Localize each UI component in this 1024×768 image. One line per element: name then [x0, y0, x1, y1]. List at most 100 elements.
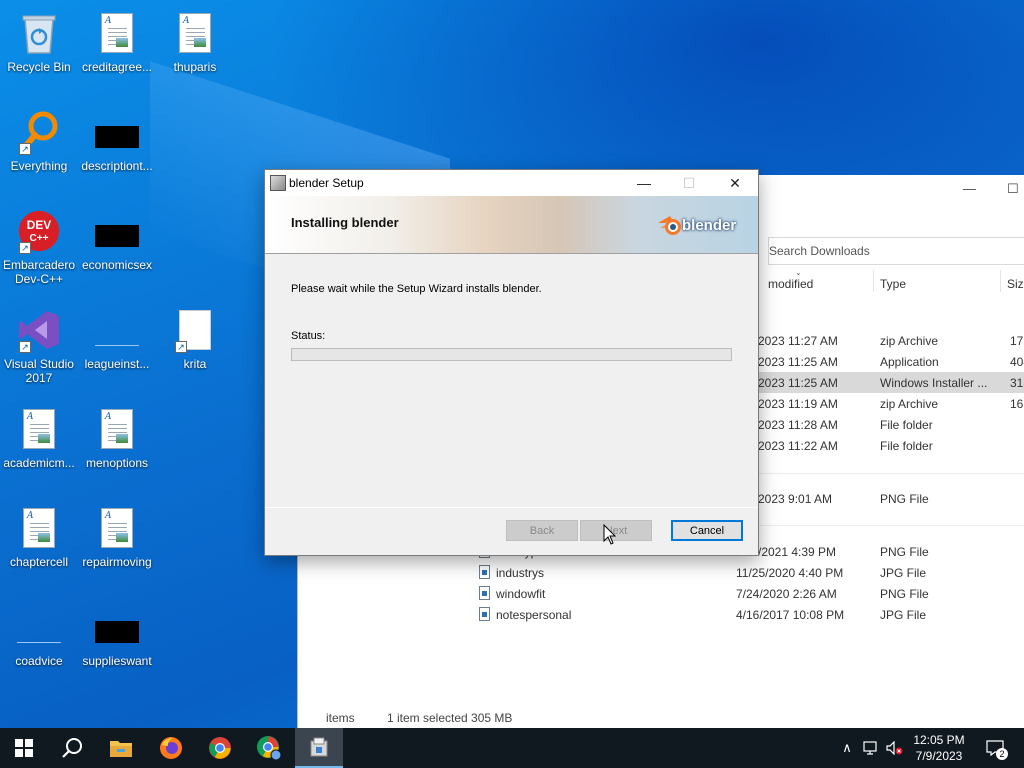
install-message: Please wait while the Setup Wizard insta…: [291, 283, 542, 295]
table-row[interactable]: industrys 11/25/2020 4:40 PM JPG File: [298, 562, 1024, 583]
dialog-maximize-button[interactable]: ☐: [666, 170, 712, 196]
document-icon: [17, 505, 61, 551]
column-header-modified[interactable]: modified: [768, 277, 813, 291]
table-row[interactable]: windowfit 7/24/2020 2:26 AM PNG File: [298, 583, 1024, 604]
desktop-icon-label: krita: [183, 357, 207, 371]
redacted-icon: [95, 604, 139, 650]
status-label: Status:: [291, 330, 326, 342]
desktop-icon-label: creditagree...: [81, 60, 153, 74]
desktop-icon-label: thuparis: [173, 60, 217, 74]
document-icon: [95, 10, 139, 56]
blender-logo-text: blender: [682, 216, 737, 234]
taskbar-clock[interactable]: 12:05 PM 7/9/2023: [900, 732, 978, 764]
chrome-profile-icon[interactable]: [245, 728, 293, 768]
search-icon[interactable]: [48, 728, 96, 768]
shortcut-arrow-icon: ↗: [19, 242, 31, 254]
explorer-search-placeholder: Search Downloads: [769, 244, 870, 258]
everything-search-icon: ↗: [17, 109, 61, 155]
desktop-icon-recycle-bin[interactable]: Recycle Bin: [0, 2, 78, 94]
sort-chevron-icon: ⌄: [795, 268, 802, 277]
column-header-type[interactable]: Type: [880, 277, 906, 291]
banner-title: Installing blender: [291, 215, 399, 230]
desktop-icon-repairmoving[interactable]: repairmoving: [78, 497, 156, 589]
cancel-button[interactable]: Cancel: [671, 520, 743, 541]
notification-count-badge: 2: [996, 748, 1008, 760]
clock-date: 7/9/2023: [915, 749, 963, 763]
document-icon: [95, 505, 139, 551]
network-icon[interactable]: [860, 728, 882, 768]
blender-setup-dialog[interactable]: blender Setup — ☐ ✕ Installing blender b…: [264, 169, 759, 556]
desktop-icon-label: economicsex: [81, 258, 153, 272]
explorer-maximize-button[interactable]: ☐: [1007, 181, 1019, 197]
desktop-icon-label: coadvice: [15, 654, 63, 668]
desktop-icon-label: Recycle Bin: [7, 60, 71, 74]
devcpp-top-text: DEV: [27, 218, 52, 232]
dialog-close-button[interactable]: ✕: [712, 170, 758, 196]
dialog-minimize-button[interactable]: —: [621, 170, 667, 196]
desktop-icon-chaptercell[interactable]: chaptercell: [0, 497, 78, 589]
redacted-icon: [95, 109, 139, 155]
chrome-icon[interactable]: [196, 728, 244, 768]
devcpp-bottom-text: C++: [29, 233, 48, 244]
taskbar[interactable]: ∧ 12:05 PM 7/9/2023 2: [0, 728, 1024, 768]
explorer-search-input[interactable]: Search Downloads: [768, 237, 1024, 265]
desktop-icon-economicsex[interactable]: economicsex: [78, 200, 156, 292]
desktop-icon-devcpp[interactable]: DEV C++ ↗ Embarcadero Dev-C++: [0, 200, 78, 292]
shortcut-arrow-icon: ↗: [19, 341, 31, 353]
blank-icon: [95, 307, 139, 353]
document-icon: [17, 406, 61, 452]
file-icon: [479, 565, 490, 579]
desktop-icon-label: menoptions: [85, 456, 149, 470]
document-icon: [95, 406, 139, 452]
desktop-icon-label: leagueinst...: [84, 357, 150, 371]
desktop-icon-coadvice[interactable]: coadvice: [0, 596, 78, 688]
desktop-icon-descriptiont[interactable]: descriptiont...: [78, 101, 156, 193]
back-button[interactable]: Back: [506, 520, 578, 541]
desktop-icon-label: Embarcadero Dev-C++: [2, 258, 76, 286]
desktop-icon-visual-studio[interactable]: ↗ Visual Studio 2017: [0, 299, 78, 391]
clock-time: 12:05 PM: [913, 733, 965, 747]
desktop-icon-academicm[interactable]: academicm...: [0, 398, 78, 490]
installer-icon: [270, 175, 286, 191]
desktop-icon-label: supplieswant: [82, 654, 152, 668]
blender-logo-icon: [656, 213, 684, 237]
desktop-icon-menoptions[interactable]: menoptions: [78, 398, 156, 490]
desktop-icon-supplieswant[interactable]: supplieswant: [78, 596, 156, 688]
tray-chevron-icon[interactable]: ∧: [838, 728, 856, 768]
shortcut-arrow-icon: ↗: [175, 341, 187, 353]
desktop-icon-label: repairmoving: [82, 555, 152, 569]
blank-file-icon: ↗: [173, 307, 217, 353]
desktop-icon-everything[interactable]: ↗ Everything: [0, 101, 78, 193]
file-icon: [479, 607, 490, 621]
desktop-icon-krita[interactable]: ↗ krita: [156, 299, 234, 391]
file-icon: [479, 586, 490, 600]
visual-studio-icon: ↗: [17, 307, 61, 353]
desktop-icon-label: chaptercell: [9, 555, 69, 569]
table-row[interactable]: notespersonal 4/16/2017 10:08 PM JPG Fil…: [298, 604, 1024, 625]
explorer-status-bar: items 1 item selected 305 MB: [326, 711, 513, 725]
blender-logo: blender: [656, 212, 748, 238]
mouse-cursor-icon: [603, 523, 617, 546]
file-explorer-icon[interactable]: [97, 728, 145, 768]
footer-divider: [265, 507, 758, 508]
installer-icon[interactable]: [295, 728, 343, 768]
dialog-title-bar[interactable]: blender Setup — ☐ ✕: [265, 170, 758, 196]
install-progress-bar: [291, 348, 732, 361]
devcpp-icon: DEV C++ ↗: [17, 208, 61, 254]
desktop-icon-label: descriptiont...: [81, 159, 153, 173]
start-windows-icon[interactable]: [0, 728, 48, 768]
column-header-size[interactable]: Size: [1007, 277, 1024, 291]
dialog-banner: Installing blender blender: [265, 196, 758, 254]
dialog-title: blender Setup: [289, 176, 364, 190]
firefox-icon[interactable]: [147, 728, 195, 768]
explorer-minimize-button[interactable]: —: [963, 181, 976, 196]
desktop-icon-label: Visual Studio 2017: [4, 357, 74, 385]
recycle-bin-icon: [17, 10, 61, 56]
desktop-icon-label: Everything: [10, 159, 68, 173]
desktop-icon-thuparis[interactable]: thuparis: [156, 2, 234, 94]
blank-icon: [17, 604, 61, 650]
desktop-icon-leagueinst[interactable]: leagueinst...: [78, 299, 156, 391]
document-icon: [173, 10, 217, 56]
shortcut-arrow-icon: ↗: [19, 143, 31, 155]
desktop-icon-creditagree[interactable]: creditagree...: [78, 2, 156, 94]
